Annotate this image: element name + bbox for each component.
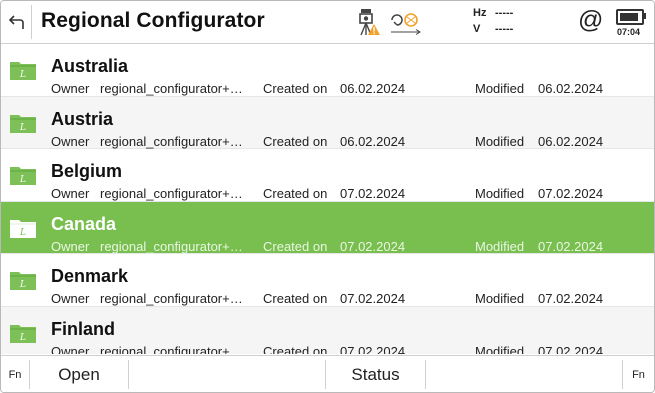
modified-label: Modified — [475, 186, 525, 201]
fn-right-button[interactable]: Fn — [623, 356, 654, 392]
battery-nub — [643, 13, 646, 19]
list-item[interactable]: L Belgium Owner regional_configurator+… … — [1, 149, 654, 202]
created-value: 07.02.2024 — [340, 238, 406, 254]
svg-text:L: L — [19, 333, 26, 343]
item-name: Australia — [51, 56, 129, 76]
created-value: 07.02.2024 — [340, 343, 406, 355]
hz-label: Hz — [473, 7, 487, 19]
modified-value: 07.02.2024 — [538, 291, 604, 306]
folder-icon: L — [10, 324, 36, 343]
status-button[interactable]: Status — [326, 356, 425, 392]
instrument-warning-icon[interactable] — [357, 7, 381, 37]
empty-softkey[interactable] — [129, 356, 325, 392]
svg-text:L: L — [19, 175, 26, 185]
battery-status[interactable]: 07:04 — [613, 7, 646, 39]
empty-softkey[interactable] — [426, 356, 622, 392]
owner-label: Owner — [51, 291, 90, 306]
list-item[interactable]: L Australia Owner regional_configurator+… — [1, 44, 654, 97]
configuration-list: L Australia Owner regional_configurator+… — [1, 44, 654, 354]
hz-value: ----- — [495, 7, 514, 19]
folder-icon: L — [10, 272, 36, 290]
modified-label: Modified — [475, 291, 525, 306]
item-name: Belgium — [51, 161, 123, 181]
connection-status-icon[interactable] — [389, 10, 423, 36]
modified-label: Modified — [475, 133, 525, 149]
list-item[interactable]: L Denmark Owner regional_configurator+… … — [1, 254, 654, 307]
modified-value: 07.02.2024 — [538, 238, 604, 254]
item-name: Finland — [51, 318, 115, 339]
fn-left-button[interactable]: Fn — [1, 356, 29, 392]
owner-value: regional_configurator+… — [100, 291, 243, 306]
title-bar: Regional Configurator Hz ----- V ----- @… — [1, 1, 654, 44]
item-name: Denmark — [51, 266, 129, 286]
v-readout: V ----- — [473, 21, 513, 37]
owner-value: regional_configurator+… — [100, 133, 243, 149]
battery-icon — [616, 9, 644, 25]
v-label: V — [473, 23, 481, 35]
created-value: 06.02.2024 — [340, 81, 406, 96]
owner-value: regional_configurator+… — [100, 343, 243, 355]
app-window: Regional Configurator Hz ----- V ----- @… — [0, 0, 655, 393]
modified-value: 06.02.2024 — [538, 81, 604, 96]
header-divider — [31, 5, 32, 39]
created-label: Created on — [263, 291, 328, 306]
created-value: 07.02.2024 — [340, 186, 406, 201]
open-button[interactable]: Open — [30, 356, 128, 392]
owner-value: regional_configurator+… — [100, 186, 243, 201]
svg-text:L: L — [19, 70, 26, 80]
created-label: Created on — [263, 238, 328, 254]
owner-label: Owner — [51, 81, 90, 96]
at-icon[interactable]: @ — [578, 6, 603, 35]
owner-label: Owner — [51, 238, 90, 254]
svg-text:L: L — [19, 280, 26, 290]
page-title: Regional Configurator — [41, 9, 265, 32]
back-arrow-icon — [8, 15, 24, 29]
svg-text:L: L — [19, 228, 26, 238]
owner-label: Owner — [51, 343, 90, 355]
battery-level — [620, 13, 638, 21]
item-name: Canada — [51, 213, 117, 234]
item-name: Austria — [51, 108, 114, 129]
back-button[interactable] — [4, 9, 30, 35]
created-label: Created on — [263, 133, 328, 149]
list-item[interactable]: L Finland Owner regional_configurator+… … — [1, 306, 654, 355]
modified-value: 07.02.2024 — [538, 186, 604, 201]
created-value: 06.02.2024 — [340, 133, 406, 149]
softkey-bar: Fn Open Status Fn — [1, 355, 654, 392]
modified-label: Modified — [475, 343, 525, 355]
svg-text:L: L — [19, 123, 26, 133]
angle-readout: Hz ----- V ----- — [473, 5, 513, 37]
created-value: 07.02.2024 — [340, 291, 406, 306]
created-label: Created on — [263, 81, 328, 96]
folder-icon: L — [10, 219, 36, 238]
owner-value: regional_configurator+… — [100, 81, 243, 96]
modified-label: Modified — [475, 81, 525, 96]
modified-label: Modified — [475, 238, 525, 254]
v-value: ----- — [495, 23, 514, 35]
created-label: Created on — [263, 186, 328, 201]
folder-icon: L — [10, 114, 36, 133]
owner-label: Owner — [51, 133, 90, 149]
owner-label: Owner — [51, 186, 90, 201]
modified-value: 07.02.2024 — [538, 343, 604, 355]
folder-icon: L — [10, 62, 36, 80]
hz-readout: Hz ----- — [473, 5, 513, 21]
folder-icon: L — [10, 167, 36, 185]
owner-value: regional_configurator+… — [100, 238, 243, 254]
list-item[interactable]: L Austria Owner regional_configurator+… … — [1, 96, 654, 149]
list-item[interactable]: L Canada Owner regional_configurator+… C… — [1, 201, 654, 254]
modified-value: 06.02.2024 — [538, 133, 604, 149]
created-label: Created on — [263, 343, 328, 355]
clock-time: 07:04 — [617, 27, 641, 37]
